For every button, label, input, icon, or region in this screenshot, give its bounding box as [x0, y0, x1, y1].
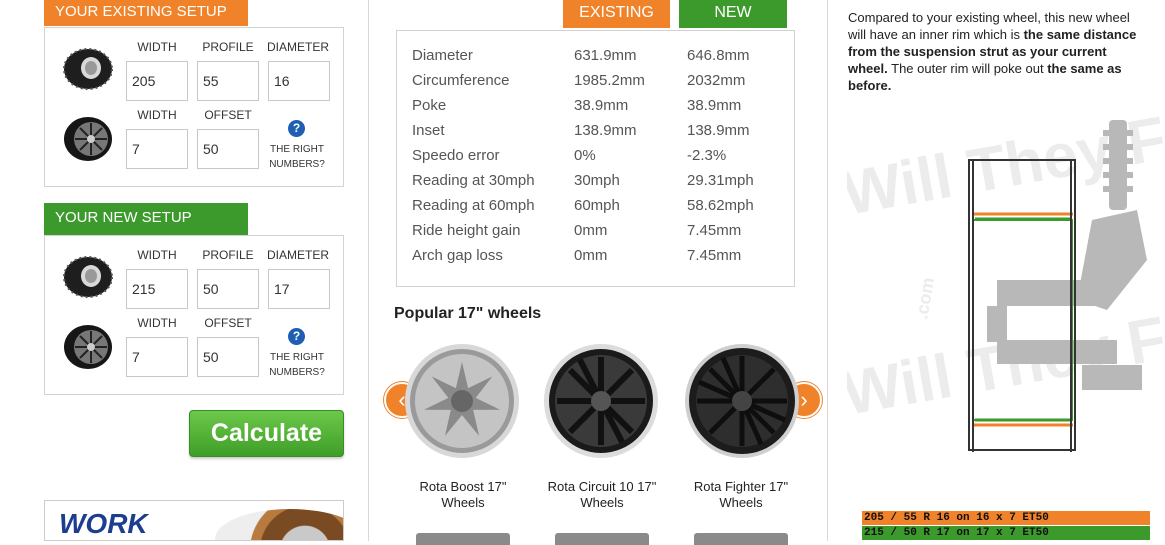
result-existing-value: 138.9mm: [574, 122, 637, 139]
result-label: Speedo error: [412, 147, 500, 164]
result-new-value: 29.31mph: [687, 172, 754, 189]
tyre-width-label: WIDTH: [137, 40, 177, 54]
wheel-width-label: WIDTH: [137, 108, 177, 122]
svg-text:WORK: WORK: [59, 508, 149, 539]
result-label: Poke: [412, 97, 447, 114]
help-link[interactable]: THE RIGHT NUMBERS?: [265, 350, 329, 380]
tyre-icon: [63, 256, 113, 298]
existing-setup-header: YOUR EXISTING SETUP: [44, 0, 248, 26]
tyre-icon: [63, 48, 113, 90]
existing-tyre-width-input[interactable]: 205: [126, 61, 188, 101]
new-column-tab: NEW: [679, 0, 787, 28]
column-divider: [827, 0, 828, 541]
tyre-width-label: WIDTH: [137, 248, 177, 262]
new-tyre-diameter-input[interactable]: 17: [268, 269, 330, 309]
rota-boost-wheel-image[interactable]: [403, 342, 521, 460]
wheel-details-button[interactable]: [416, 533, 510, 545]
result-new-value: 38.9mm: [687, 97, 742, 114]
result-existing-value: 631.9mm: [574, 47, 637, 64]
result-new-value: 138.9mm: [687, 122, 750, 139]
wheel-offset-label: OFFSET: [204, 108, 252, 122]
result-new-value: 7.45mm: [687, 247, 742, 264]
rota-fighter-wheel-image[interactable]: [683, 342, 801, 460]
work-logo: WORK: [59, 508, 149, 539]
result-label: Reading at 60mph: [412, 197, 535, 214]
help-link[interactable]: THE RIGHT NUMBERS?: [265, 142, 329, 172]
result-new-value: -2.3%: [687, 147, 727, 164]
result-label: Ride height gain: [412, 222, 521, 239]
popular-wheels-title: Popular 17" wheels: [394, 305, 542, 322]
wheel-details-button[interactable]: [555, 533, 649, 545]
existing-wheel-offset-input[interactable]: 50: [197, 129, 259, 169]
new-spec-bar: 215 / 50 R 17 on 17 x 7 ET50: [862, 526, 1150, 540]
result-existing-value: 30mph: [574, 172, 620, 189]
result-existing-value: 0mm: [574, 222, 608, 239]
tyre-diameter-label: DIAMETER: [266, 248, 329, 262]
new-wheel-offset-input[interactable]: 50: [197, 337, 259, 377]
result-existing-value: 0mm: [574, 247, 608, 264]
wheel-name-rota-fighter[interactable]: Rota Fighter 17" Wheels: [676, 479, 806, 511]
result-label: Circumference: [412, 72, 510, 89]
result-existing-value: 1985.2mm: [574, 72, 645, 89]
result-new-value: 646.8mm: [687, 47, 750, 64]
existing-wheel-width-input[interactable]: 7: [126, 129, 188, 169]
result-new-value: 7.45mm: [687, 222, 742, 239]
new-setup-header: YOUR NEW SETUP: [44, 203, 248, 235]
result-label: Arch gap loss: [412, 247, 503, 264]
wheel-details-button[interactable]: [694, 533, 788, 545]
result-label: Diameter: [412, 47, 473, 64]
existing-spec-bar: 205 / 55 R 16 on 16 x 7 ET50: [862, 511, 1150, 525]
help-icon[interactable]: ?: [288, 328, 305, 345]
wheel-width-label: WIDTH: [137, 316, 177, 330]
new-tyre-width-input[interactable]: 215: [126, 269, 188, 309]
existing-column-tab: EXISTING: [563, 0, 670, 28]
result-new-value: 58.62mph: [687, 197, 754, 214]
column-divider: [368, 0, 369, 541]
comparison-description: Compared to your existing wheel, this ne…: [848, 10, 1137, 93]
result-label: Inset: [412, 122, 445, 139]
existing-tyre-profile-input[interactable]: 55: [197, 61, 259, 101]
fitment-diagram: Will They Fit Will They Fit .com: [847, 110, 1165, 452]
existing-tyre-diameter-input[interactable]: 16: [268, 61, 330, 101]
wheel-offset-label: OFFSET: [204, 316, 252, 330]
result-new-value: 2032mm: [687, 72, 746, 89]
wheel-icon: [64, 117, 112, 161]
new-wheel-width-input[interactable]: 7: [126, 337, 188, 377]
rota-circuit-wheel-image[interactable]: [542, 342, 660, 460]
tyre-diameter-label: DIAMETER: [266, 40, 329, 54]
ad-wheel-image: [215, 509, 343, 540]
result-existing-value: 60mph: [574, 197, 620, 214]
tyre-profile-label: PROFILE: [202, 40, 254, 54]
tyre-profile-label: PROFILE: [202, 248, 254, 262]
wheel-name-rota-circuit[interactable]: Rota Circuit 10 17" Wheels: [537, 479, 667, 511]
new-tyre-profile-input[interactable]: 50: [197, 269, 259, 309]
result-existing-value: 38.9mm: [574, 97, 629, 114]
calculate-button[interactable]: Calculate: [189, 410, 344, 457]
result-label: Reading at 30mph: [412, 172, 535, 189]
watermark-sub-text: .com: [911, 276, 938, 321]
help-icon[interactable]: ?: [288, 120, 305, 137]
result-existing-value: 0%: [574, 147, 596, 164]
wheel-icon: [64, 325, 112, 369]
work-wheels-ad[interactable]: WORK: [44, 500, 344, 541]
wheel-name-rota-boost[interactable]: Rota Boost 17" Wheels: [398, 479, 528, 511]
